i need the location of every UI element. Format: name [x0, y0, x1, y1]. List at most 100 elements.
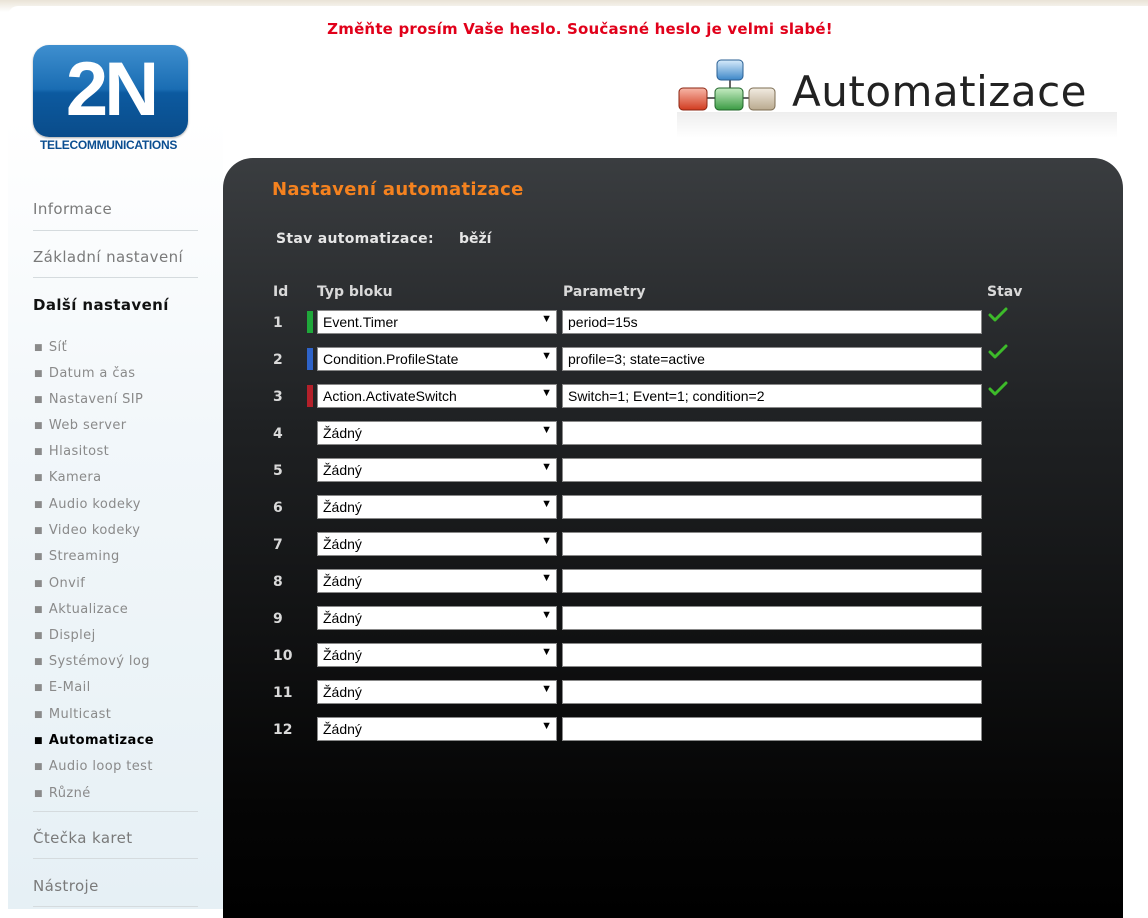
- sidebar-item-informace[interactable]: Informace: [33, 200, 198, 218]
- status-ok-check-icon: [988, 344, 1008, 359]
- automation-blocks-icon: [678, 59, 776, 111]
- dropdown-arrow-icon[interactable]: ▼: [541, 461, 552, 473]
- sidebar-subitem-video-kodeky[interactable]: ■ Video kodeky: [34, 523, 140, 538]
- block-type-color-marker: [307, 385, 313, 407]
- weak-password-warning[interactable]: Změňte prosím Vaše heslo. Současné heslo…: [0, 20, 1148, 38]
- sidebar-divider: [33, 811, 198, 812]
- sidebar-subitem-sit[interactable]: ■ Síť: [34, 340, 67, 355]
- sidebar-divider: [33, 230, 198, 231]
- sidebar-item-dalsi-nastaveni[interactable]: Další nastavení: [33, 296, 198, 314]
- sidebar-item-nastroje[interactable]: Nástroje: [33, 877, 198, 895]
- sidebar-subitem-automatizace[interactable]: ■ Automatizace: [34, 733, 154, 748]
- block-type-value: Žádný: [323, 684, 362, 700]
- sidebar-subitem-aktualizace[interactable]: ■ Aktualizace: [34, 602, 128, 617]
- dropdown-arrow-icon[interactable]: ▼: [541, 350, 552, 362]
- parameters-input[interactable]: Switch=1; Event=1; condition=2: [562, 384, 982, 408]
- sidebar-subitem-onvif[interactable]: ■ Onvif: [34, 576, 85, 591]
- dropdown-arrow-icon[interactable]: ▼: [541, 424, 552, 436]
- bullet-icon: ■: [34, 604, 43, 615]
- block-type-select[interactable]: Žádný ▼: [317, 680, 557, 704]
- parameters-input[interactable]: [562, 680, 982, 704]
- block-type-select[interactable]: Žádný ▼: [317, 569, 557, 593]
- block-type-select[interactable]: Žádný ▼: [317, 643, 557, 667]
- parameters-input[interactable]: period=15s: [562, 310, 982, 334]
- block-type-value: Žádný: [323, 425, 362, 441]
- block-type-select[interactable]: Žádný ▼: [317, 421, 557, 445]
- bullet-icon: ■: [34, 709, 43, 720]
- column-header-params: Parametry: [563, 284, 646, 300]
- dropdown-arrow-icon[interactable]: ▼: [541, 535, 552, 547]
- block-type-select[interactable]: Event.Timer ▼: [317, 310, 557, 334]
- sidebar-subitem-label: Multicast: [48, 707, 112, 722]
- sidebar-item-ctecka-karet[interactable]: Čtečka karet: [33, 829, 198, 847]
- sidebar-subitem-web-server[interactable]: ■ Web server: [34, 418, 127, 433]
- bullet-icon: ■: [34, 394, 43, 405]
- row-id: 7: [273, 537, 283, 553]
- sidebar-subitem-streaming[interactable]: ■ Streaming: [34, 549, 120, 564]
- row-id: 6: [273, 500, 283, 516]
- row-id: 11: [273, 685, 293, 701]
- block-type-select[interactable]: Žádný ▼: [317, 532, 557, 556]
- sidebar-divider: [33, 906, 198, 907]
- block-type-select[interactable]: Action.ActivateSwitch ▼: [317, 384, 557, 408]
- sidebar-divider: [33, 858, 198, 859]
- parameters-input[interactable]: profile=3; state=active: [562, 347, 982, 371]
- parameters-input[interactable]: [562, 532, 982, 556]
- sidebar-subitem-nastaveni-sip[interactable]: ■ Nastavení SIP: [34, 392, 143, 407]
- sidebar-subitem-label: Audio loop test: [48, 759, 153, 774]
- sidebar-subitem-label: Kamera: [48, 470, 102, 485]
- dropdown-arrow-icon[interactable]: ▼: [541, 720, 552, 732]
- sidebar-subitem-audio-kodeky[interactable]: ■ Audio kodeky: [34, 497, 141, 512]
- column-header-id: Id: [273, 284, 289, 300]
- parameters-input[interactable]: [562, 421, 982, 445]
- sidebar-subitem-hlasitost[interactable]: ■ Hlasitost: [34, 444, 109, 459]
- sidebar-subitem-multicast[interactable]: ■ Multicast: [34, 707, 111, 722]
- sidebar-subitem-label: Datum a čas: [48, 366, 136, 381]
- sidebar-subitem-displej[interactable]: ■ Displej: [34, 628, 96, 643]
- logo-mark: 2N: [65, 47, 159, 132]
- block-type-select[interactable]: Žádný ▼: [317, 495, 557, 519]
- block-type-select[interactable]: Žádný ▼: [317, 606, 557, 630]
- sidebar-subitem-e-mail[interactable]: ■ E-Mail: [34, 680, 91, 695]
- dropdown-arrow-icon[interactable]: ▼: [541, 572, 552, 584]
- dropdown-arrow-icon[interactable]: ▼: [541, 683, 552, 695]
- sidebar-subitem-datum-a-cas[interactable]: ■ Datum a čas: [34, 366, 135, 381]
- sidebar-subitem-label: Onvif: [48, 576, 86, 591]
- sidebar-subitem-label: Hlasitost: [48, 444, 110, 459]
- parameters-input[interactable]: [562, 458, 982, 482]
- row-id: 5: [273, 463, 283, 479]
- header-reflection: [677, 112, 1117, 138]
- bullet-icon: ■: [34, 368, 43, 379]
- sidebar-subitem-systemovy-log[interactable]: ■ Systémový log: [34, 654, 150, 669]
- parameters-input[interactable]: [562, 606, 982, 630]
- dropdown-arrow-icon[interactable]: ▼: [541, 646, 552, 658]
- sidebar-subitem-label: Systémový log: [48, 654, 150, 669]
- block-type-select[interactable]: Žádný ▼: [317, 458, 557, 482]
- dropdown-arrow-icon[interactable]: ▼: [541, 387, 552, 399]
- logo-subtitle: TELECOMMUNICATIONS: [40, 138, 178, 152]
- sidebar-subitem-label: E-Mail: [48, 680, 91, 695]
- block-type-select[interactable]: Condition.ProfileState ▼: [317, 347, 557, 371]
- column-header-state: Stav: [987, 284, 1023, 300]
- block-type-value: Žádný: [323, 647, 362, 663]
- parameters-input[interactable]: [562, 643, 982, 667]
- dropdown-arrow-icon[interactable]: ▼: [541, 609, 552, 621]
- block-type-select[interactable]: Žádný ▼: [317, 717, 557, 741]
- parameters-input[interactable]: [562, 569, 982, 593]
- sidebar-subitem-label: Displej: [48, 628, 96, 643]
- dropdown-arrow-icon[interactable]: ▼: [541, 313, 552, 325]
- automation-status-label: Stav automatizace:: [276, 231, 434, 247]
- block-type-value: Event.Timer: [323, 314, 398, 330]
- dropdown-arrow-icon[interactable]: ▼: [541, 498, 552, 510]
- status-ok-check-icon: [988, 381, 1008, 396]
- sidebar-subitem-audio-loop-test[interactable]: ■ Audio loop test: [34, 759, 153, 774]
- sidebar-subitem-ruzne[interactable]: ■ Různé: [34, 786, 91, 801]
- column-header-type: Typ bloku: [317, 284, 393, 300]
- block-type-value: Condition.ProfileState: [323, 351, 459, 367]
- parameters-input[interactable]: [562, 495, 982, 519]
- brand-logo[interactable]: 2N: [33, 45, 188, 137]
- parameters-input[interactable]: [562, 717, 982, 741]
- sidebar-subitem-kamera[interactable]: ■ Kamera: [34, 470, 102, 485]
- sidebar-item-zakladni-nastaveni[interactable]: Základní nastavení: [33, 248, 198, 266]
- bullet-icon: ■: [34, 551, 43, 562]
